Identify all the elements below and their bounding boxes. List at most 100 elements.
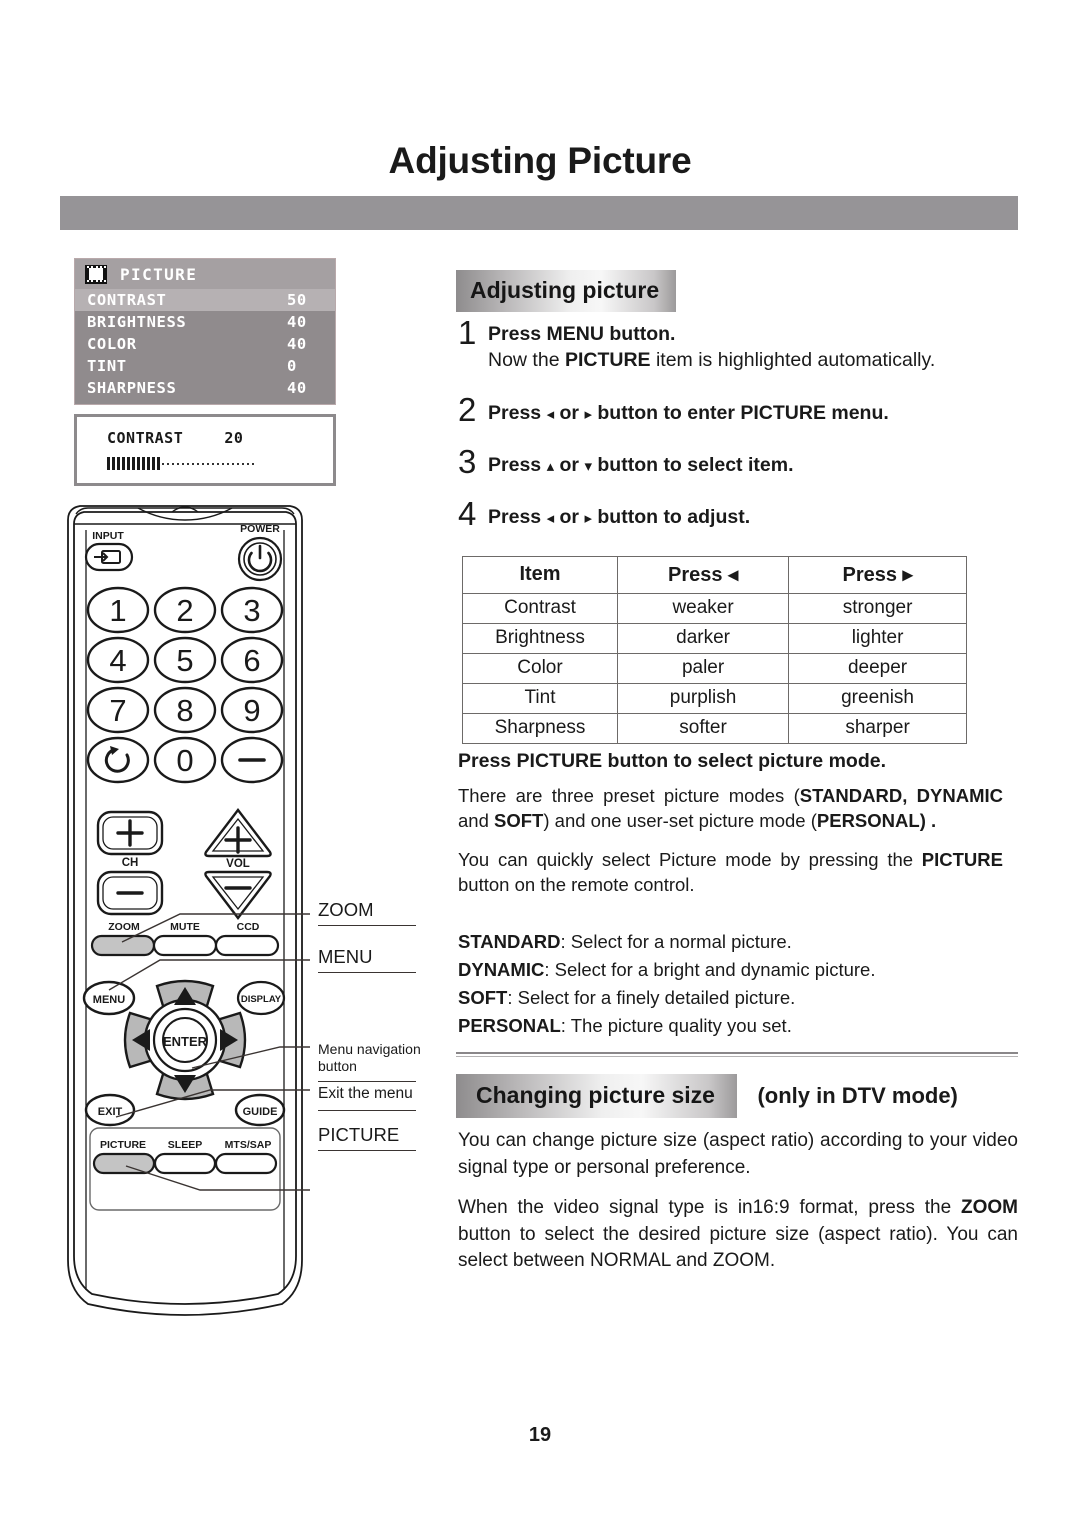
osd-row-tint[interactable]: TINT 0 bbox=[75, 355, 335, 377]
slider-tick-filled bbox=[137, 457, 140, 470]
step-2-b: or bbox=[559, 402, 580, 424]
callout-menu-rule bbox=[318, 972, 416, 974]
remote-key-label: 8 bbox=[176, 693, 193, 728]
remote-mute-button bbox=[152, 934, 218, 957]
table-row: Color paler deeper bbox=[462, 653, 967, 684]
remote-mute-label: MUTE bbox=[170, 921, 200, 933]
remote-enter-button: ENTER bbox=[163, 1034, 208, 1049]
step-number: 1 bbox=[458, 314, 477, 351]
page-number: 19 bbox=[528, 1424, 552, 1446]
step-3: 3 Press ▴ or ▾ button to select item. bbox=[458, 445, 1018, 479]
osd-popup-value: 20 bbox=[224, 429, 244, 447]
cp2-a: When the video signal type is in16:9 for… bbox=[458, 1197, 961, 1218]
callout-nav-rule bbox=[318, 1081, 416, 1083]
mode-desc-dynamic: DYNAMIC: Select for a bright and dynamic… bbox=[458, 958, 875, 983]
remote-key-label: 7 bbox=[109, 693, 126, 728]
osd-row-contrast[interactable]: CONTRAST 50 bbox=[75, 289, 335, 311]
step-2-a: Press bbox=[488, 402, 542, 424]
pm1-g: ) . bbox=[919, 809, 937, 831]
cell-left: purplish bbox=[616, 683, 790, 714]
remote-mtssap-button bbox=[214, 1152, 278, 1175]
cell-right: lighter bbox=[788, 623, 967, 654]
remote-key-label: 6 bbox=[243, 643, 260, 678]
step-4-b: or bbox=[559, 506, 580, 528]
pm1-f: PERSONAL bbox=[816, 809, 920, 831]
remote-ccd-button bbox=[214, 934, 280, 957]
remote-picture-label: PICTURE bbox=[100, 1139, 146, 1151]
cell-left: paler bbox=[616, 653, 790, 684]
cell-right: deeper bbox=[788, 653, 967, 684]
callout-picture: PICTURE bbox=[318, 1124, 400, 1145]
osd-popup-slider[interactable] bbox=[107, 456, 333, 470]
osd-row-brightness[interactable]: BRIGHTNESS 40 bbox=[75, 311, 335, 333]
step-1-emph: PICTURE bbox=[564, 348, 651, 371]
osd-row-sharpness[interactable]: SHARPNESS 40 bbox=[75, 377, 335, 399]
osd-menu-illustration: PICTURE CONTRAST 50 BRIGHTNESS 40 COLOR … bbox=[74, 258, 336, 486]
slider-tick-empty bbox=[172, 463, 174, 465]
remote-key-label: 3 bbox=[243, 593, 260, 628]
slider-tick-empty bbox=[207, 463, 209, 465]
cp2-c: button to select the desired picture siz… bbox=[458, 1223, 1018, 1272]
remote-key-label: 1 bbox=[109, 593, 126, 628]
slider-tick-empty bbox=[237, 463, 239, 465]
slider-tick-empty bbox=[187, 463, 189, 465]
remote-key-label: 2 bbox=[176, 593, 193, 628]
down-arrow-icon: ▾ bbox=[584, 457, 592, 475]
table-row: Brightness darker lighter bbox=[462, 623, 967, 654]
remote-control-illustration: INPUT POWER 1234567890 CH VOL ZOOM MUTE … bbox=[60, 490, 310, 1320]
callout-nav-line2: button bbox=[318, 1058, 357, 1074]
cell-left: softer bbox=[616, 713, 790, 744]
changing-paragraph-2: When the video signal type is in16:9 for… bbox=[458, 1195, 1018, 1275]
pm2-b: PICTURE bbox=[921, 849, 1003, 870]
slider-tick-empty bbox=[212, 463, 214, 465]
osd-popup-name: CONTRAST bbox=[107, 429, 184, 447]
up-arrow-icon: ▴ bbox=[546, 457, 555, 475]
remote-key-label: 4 bbox=[109, 643, 126, 678]
osd-row-label: CONTRAST bbox=[87, 291, 167, 309]
pm2-a: You can quickly select Picture mode by p… bbox=[458, 849, 922, 870]
pm1-e: ) and one user-set picture mode ( bbox=[543, 809, 817, 831]
mode-desc: : The picture quality you set. bbox=[560, 1015, 792, 1036]
slider-tick-empty bbox=[202, 463, 204, 465]
remote-key-label: 5 bbox=[176, 643, 193, 678]
mode-desc: : Select for a normal picture. bbox=[560, 931, 792, 952]
remote-power-label: POWER bbox=[240, 523, 280, 535]
slider-tick-empty bbox=[222, 463, 224, 465]
step-text: Press ◂ or ▸ button to enter PICTURE men… bbox=[488, 393, 889, 427]
osd-row-value: 50 bbox=[287, 291, 307, 309]
osd-contrast-popup: CONTRAST 20 bbox=[74, 414, 336, 486]
osd-row-value: 40 bbox=[287, 379, 307, 397]
cell-left: darker bbox=[616, 623, 790, 654]
film-strip-icon bbox=[85, 264, 107, 284]
step-4-a: Press bbox=[488, 506, 542, 528]
step-3-b: or bbox=[559, 454, 580, 476]
osd-row-value: 40 bbox=[287, 335, 307, 353]
mode-term: STANDARD bbox=[458, 931, 561, 952]
remote-sleep-label: SLEEP bbox=[168, 1139, 202, 1151]
cell-item: Contrast bbox=[462, 593, 618, 624]
picture-mode-paragraph-2: You can quickly select Picture mode by p… bbox=[458, 848, 1003, 898]
table-row: Sharpness softer sharper bbox=[462, 713, 967, 744]
callout-nav-line1: Menu navigation bbox=[318, 1041, 421, 1057]
mode-term: SOFT bbox=[458, 987, 508, 1008]
changing-paragraph-1: You can change picture size (aspect rati… bbox=[458, 1130, 1018, 1178]
osd-row-value: 0 bbox=[287, 357, 297, 375]
remote-picture-button bbox=[92, 1152, 156, 1175]
table-header-press-left: Press ◂ bbox=[616, 556, 790, 594]
callout-picture-rule bbox=[318, 1150, 416, 1152]
cell-right: greenish bbox=[788, 683, 967, 714]
slider-tick-filled bbox=[152, 457, 155, 470]
step-number: 4 bbox=[458, 495, 477, 532]
slider-tick-empty bbox=[192, 463, 194, 465]
callout-menu: MENU bbox=[318, 946, 373, 967]
cell-left: weaker bbox=[616, 593, 790, 624]
section-badge-adjusting-picture: Adjusting picture bbox=[456, 270, 677, 312]
picture-mode-heading: Press PICTURE button to select picture m… bbox=[458, 750, 886, 772]
svg-text:DISPLAY: DISPLAY bbox=[241, 994, 282, 1005]
slider-tick-filled bbox=[127, 457, 130, 470]
remote-key-recall[interactable] bbox=[86, 736, 150, 784]
osd-row-color[interactable]: COLOR 40 bbox=[75, 333, 335, 355]
step-3-a: Press bbox=[488, 454, 542, 476]
slider-tick-empty bbox=[177, 463, 179, 465]
step-3-c: button to select item. bbox=[597, 454, 794, 476]
